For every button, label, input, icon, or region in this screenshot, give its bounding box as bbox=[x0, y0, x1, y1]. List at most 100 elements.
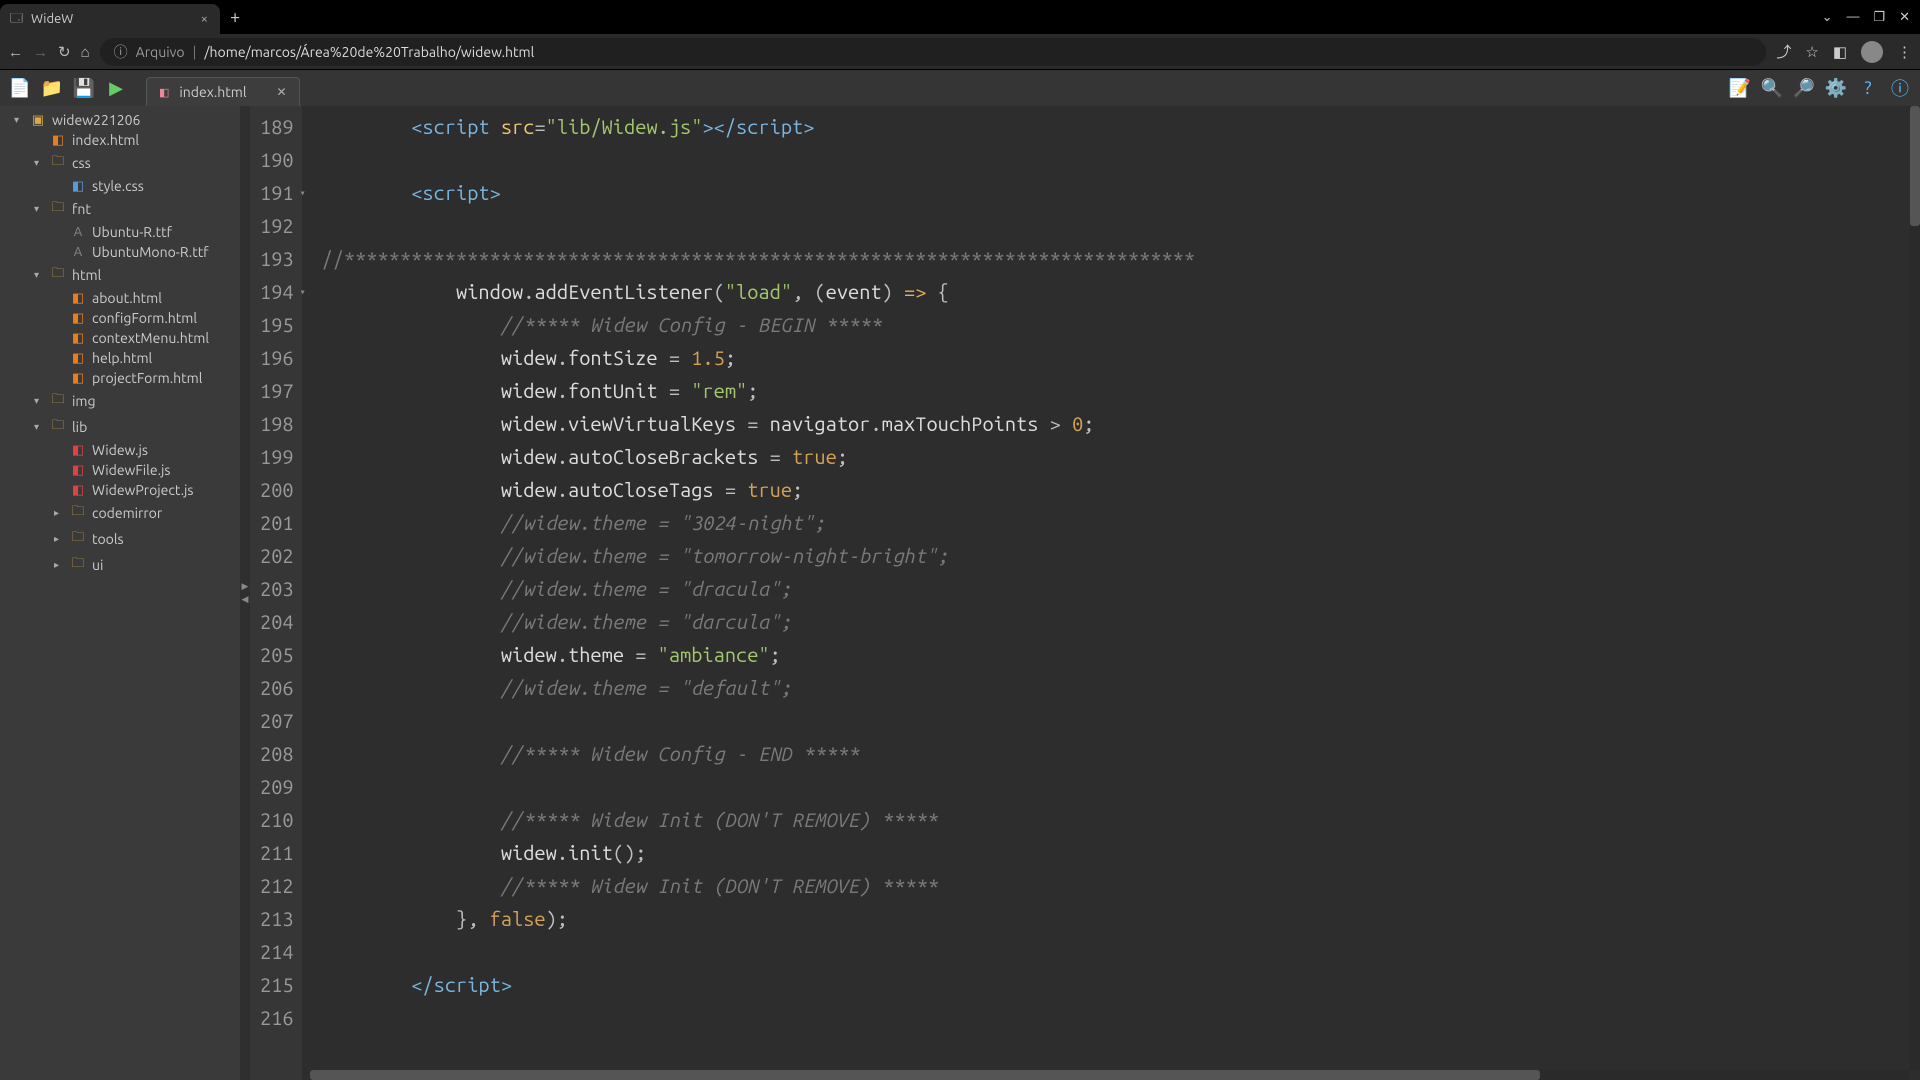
tree-item-Widew-js[interactable]: ◧Widew.js bbox=[0, 440, 240, 460]
code-line[interactable]: widew.autoCloseTags = true; bbox=[322, 473, 1920, 506]
code-line[interactable]: window.addEventListener("load", (event) … bbox=[322, 275, 1920, 308]
tree-item-WidewFile-js[interactable]: ◧WidewFile.js bbox=[0, 460, 240, 480]
code-line[interactable]: //***** Widew Config - BEGIN ***** bbox=[322, 308, 1920, 341]
tree-item-tools[interactable]: ▸🗀tools bbox=[0, 526, 240, 552]
line-number: 190 bbox=[260, 143, 294, 176]
file-tree[interactable]: ▾▣widew221206◧index.html▾🗀css◧style.css▾… bbox=[0, 106, 240, 1080]
tree-item-projectForm-html[interactable]: ◧projectForm.html bbox=[0, 368, 240, 388]
html-file-icon: ◧ bbox=[70, 311, 86, 326]
code-line[interactable] bbox=[322, 1001, 1920, 1034]
sidepanel-icon[interactable]: ◧ bbox=[1833, 43, 1847, 61]
nav-reload-button[interactable]: ↻ bbox=[58, 43, 71, 61]
browser-menu-icon[interactable]: ⋮ bbox=[1897, 43, 1912, 61]
editor-tab-index-html[interactable]: ◧ index.html ✕ bbox=[146, 77, 300, 106]
tree-item-fnt[interactable]: ▾🗀fnt bbox=[0, 196, 240, 222]
code-line[interactable]: <script src="lib/Widew.js"></script> bbox=[322, 110, 1920, 143]
code-line[interactable] bbox=[322, 143, 1920, 176]
code-line[interactable] bbox=[322, 770, 1920, 803]
horizontal-scrollbar[interactable] bbox=[310, 1070, 1910, 1080]
code-line[interactable] bbox=[322, 704, 1920, 737]
run-button[interactable]: ▶ bbox=[102, 74, 130, 102]
fold-toggle-icon[interactable]: ▾ bbox=[300, 176, 306, 209]
code-line[interactable]: widew.autoCloseBrackets = true; bbox=[322, 440, 1920, 473]
window-close-button[interactable]: ✕ bbox=[1899, 10, 1910, 25]
tree-item-contextMenu-html[interactable]: ◧contextMenu.html bbox=[0, 328, 240, 348]
code-line[interactable]: </script> bbox=[322, 968, 1920, 1001]
open-folder-button[interactable]: 📁 bbox=[38, 74, 66, 102]
tree-item-css[interactable]: ▾🗀css bbox=[0, 150, 240, 176]
tree-item-label: index.html bbox=[72, 132, 139, 148]
code-line[interactable]: //widew.theme = "3024-night"; bbox=[322, 506, 1920, 539]
code-line[interactable]: //**************************************… bbox=[322, 242, 1920, 275]
code-line[interactable] bbox=[322, 935, 1920, 968]
vertical-scrollbar[interactable] bbox=[1910, 106, 1920, 1070]
code-editor[interactable]: 189190191▾192193194▾19519619719819920020… bbox=[250, 106, 1920, 1080]
url-input[interactable]: ⓘ Arquivo | /home/marcos/Área%20de%20Tra… bbox=[100, 38, 1767, 66]
tree-item-WidewProject-js[interactable]: ◧WidewProject.js bbox=[0, 480, 240, 500]
code-line[interactable]: //***** Widew Init (DON'T REMOVE) ***** bbox=[322, 869, 1920, 902]
tree-item-UbuntuMono-R-ttf[interactable]: AUbuntuMono-R.ttf bbox=[0, 242, 240, 262]
code-line[interactable]: //widew.theme = "tomorrow-night-bright"; bbox=[322, 539, 1920, 572]
code-line[interactable] bbox=[322, 209, 1920, 242]
tree-item-configForm-html[interactable]: ◧configForm.html bbox=[0, 308, 240, 328]
tree-item-html[interactable]: ▾🗀html bbox=[0, 262, 240, 288]
tree-item-about-html[interactable]: ◧about.html bbox=[0, 288, 240, 308]
scrollbar-thumb[interactable] bbox=[310, 1070, 1540, 1080]
help-icon[interactable]: ? bbox=[1854, 74, 1882, 102]
tree-item-index-html[interactable]: ◧index.html bbox=[0, 130, 240, 150]
tree-item-ui[interactable]: ▸🗀ui bbox=[0, 552, 240, 578]
bookmark-icon[interactable]: ☆ bbox=[1805, 43, 1818, 61]
code-line[interactable]: //widew.theme = "darcula"; bbox=[322, 605, 1920, 638]
share-icon[interactable]: ⤴ bbox=[1776, 41, 1791, 62]
tree-item-label: css bbox=[72, 155, 91, 171]
window-restore-button[interactable]: ❐ bbox=[1873, 10, 1885, 25]
browser-tab[interactable]: 🗔 WideW × bbox=[0, 4, 220, 34]
new-file-button[interactable]: 📄 bbox=[6, 74, 34, 102]
scrollbar-thumb[interactable] bbox=[1910, 106, 1920, 226]
code-area[interactable]: <script src="lib/Widew.js"></script> <sc… bbox=[302, 106, 1920, 1080]
folder-icon: 🗀 bbox=[70, 502, 86, 524]
css-file-icon: ◧ bbox=[70, 179, 86, 194]
nav-back-button[interactable]: ← bbox=[8, 43, 23, 61]
find-replace-icon[interactable]: 🔎 bbox=[1790, 74, 1818, 102]
code-line[interactable]: widew.theme = "ambiance"; bbox=[322, 638, 1920, 671]
tree-item-style-css[interactable]: ◧style.css bbox=[0, 176, 240, 196]
code-line[interactable]: //widew.theme = "default"; bbox=[322, 671, 1920, 704]
code-line[interactable]: widew.fontSize = 1.5; bbox=[322, 341, 1920, 374]
tree-collapse-handle[interactable]: ▶ ◀ bbox=[240, 106, 250, 1080]
fold-toggle-icon[interactable]: ▾ bbox=[300, 275, 306, 308]
tree-item-img[interactable]: ▾🗀img bbox=[0, 388, 240, 414]
profile-avatar-icon[interactable] bbox=[1861, 41, 1883, 63]
new-tab-button[interactable]: + bbox=[230, 7, 240, 27]
info-icon[interactable]: ⓘ bbox=[1886, 74, 1914, 102]
html-file-icon: ◧ bbox=[70, 351, 86, 366]
tab-title: WideW bbox=[31, 12, 73, 26]
window-minimize-button[interactable]: — bbox=[1846, 10, 1859, 25]
code-line[interactable]: widew.viewVirtualKeys = navigator.maxTou… bbox=[322, 407, 1920, 440]
html-file-icon: ◧ bbox=[70, 371, 86, 386]
tree-item-Ubuntu-R-ttf[interactable]: AUbuntu-R.ttf bbox=[0, 222, 240, 242]
folder-icon: 🗀 bbox=[50, 152, 66, 174]
window-chevron-icon[interactable]: ⌄ bbox=[1822, 10, 1833, 25]
tree-root[interactable]: ▾▣widew221206 bbox=[0, 110, 240, 130]
nav-home-button[interactable]: ⌂ bbox=[81, 43, 90, 61]
tab-close-button[interactable]: × bbox=[201, 12, 208, 26]
settings-icon[interactable]: ⚙️ bbox=[1822, 74, 1850, 102]
code-line[interactable]: widew.init(); bbox=[322, 836, 1920, 869]
code-line[interactable]: //***** Widew Config - END ***** bbox=[322, 737, 1920, 770]
code-line[interactable]: //widew.theme = "dracula"; bbox=[322, 572, 1920, 605]
find-icon[interactable]: 🔍 bbox=[1758, 74, 1786, 102]
save-button[interactable]: 💾 bbox=[70, 74, 98, 102]
tree-item-lib[interactable]: ▾🗀lib bbox=[0, 414, 240, 440]
code-line[interactable]: widew.fontUnit = "rem"; bbox=[322, 374, 1920, 407]
editor-tab-close-button[interactable]: ✕ bbox=[277, 85, 287, 99]
expand-toggle-icon: ▾ bbox=[34, 395, 44, 407]
code-line[interactable]: }, false); bbox=[322, 902, 1920, 935]
code-line[interactable]: //***** Widew Init (DON'T REMOVE) ***** bbox=[322, 803, 1920, 836]
nav-forward-button[interactable]: → bbox=[33, 43, 48, 61]
tree-item-codemirror[interactable]: ▸🗀codemirror bbox=[0, 500, 240, 526]
tree-item-help-html[interactable]: ◧help.html bbox=[0, 348, 240, 368]
folder-icon: ▣ bbox=[30, 113, 46, 128]
code-line[interactable]: <script> bbox=[322, 176, 1920, 209]
new-document-icon[interactable]: 📝 bbox=[1726, 74, 1754, 102]
